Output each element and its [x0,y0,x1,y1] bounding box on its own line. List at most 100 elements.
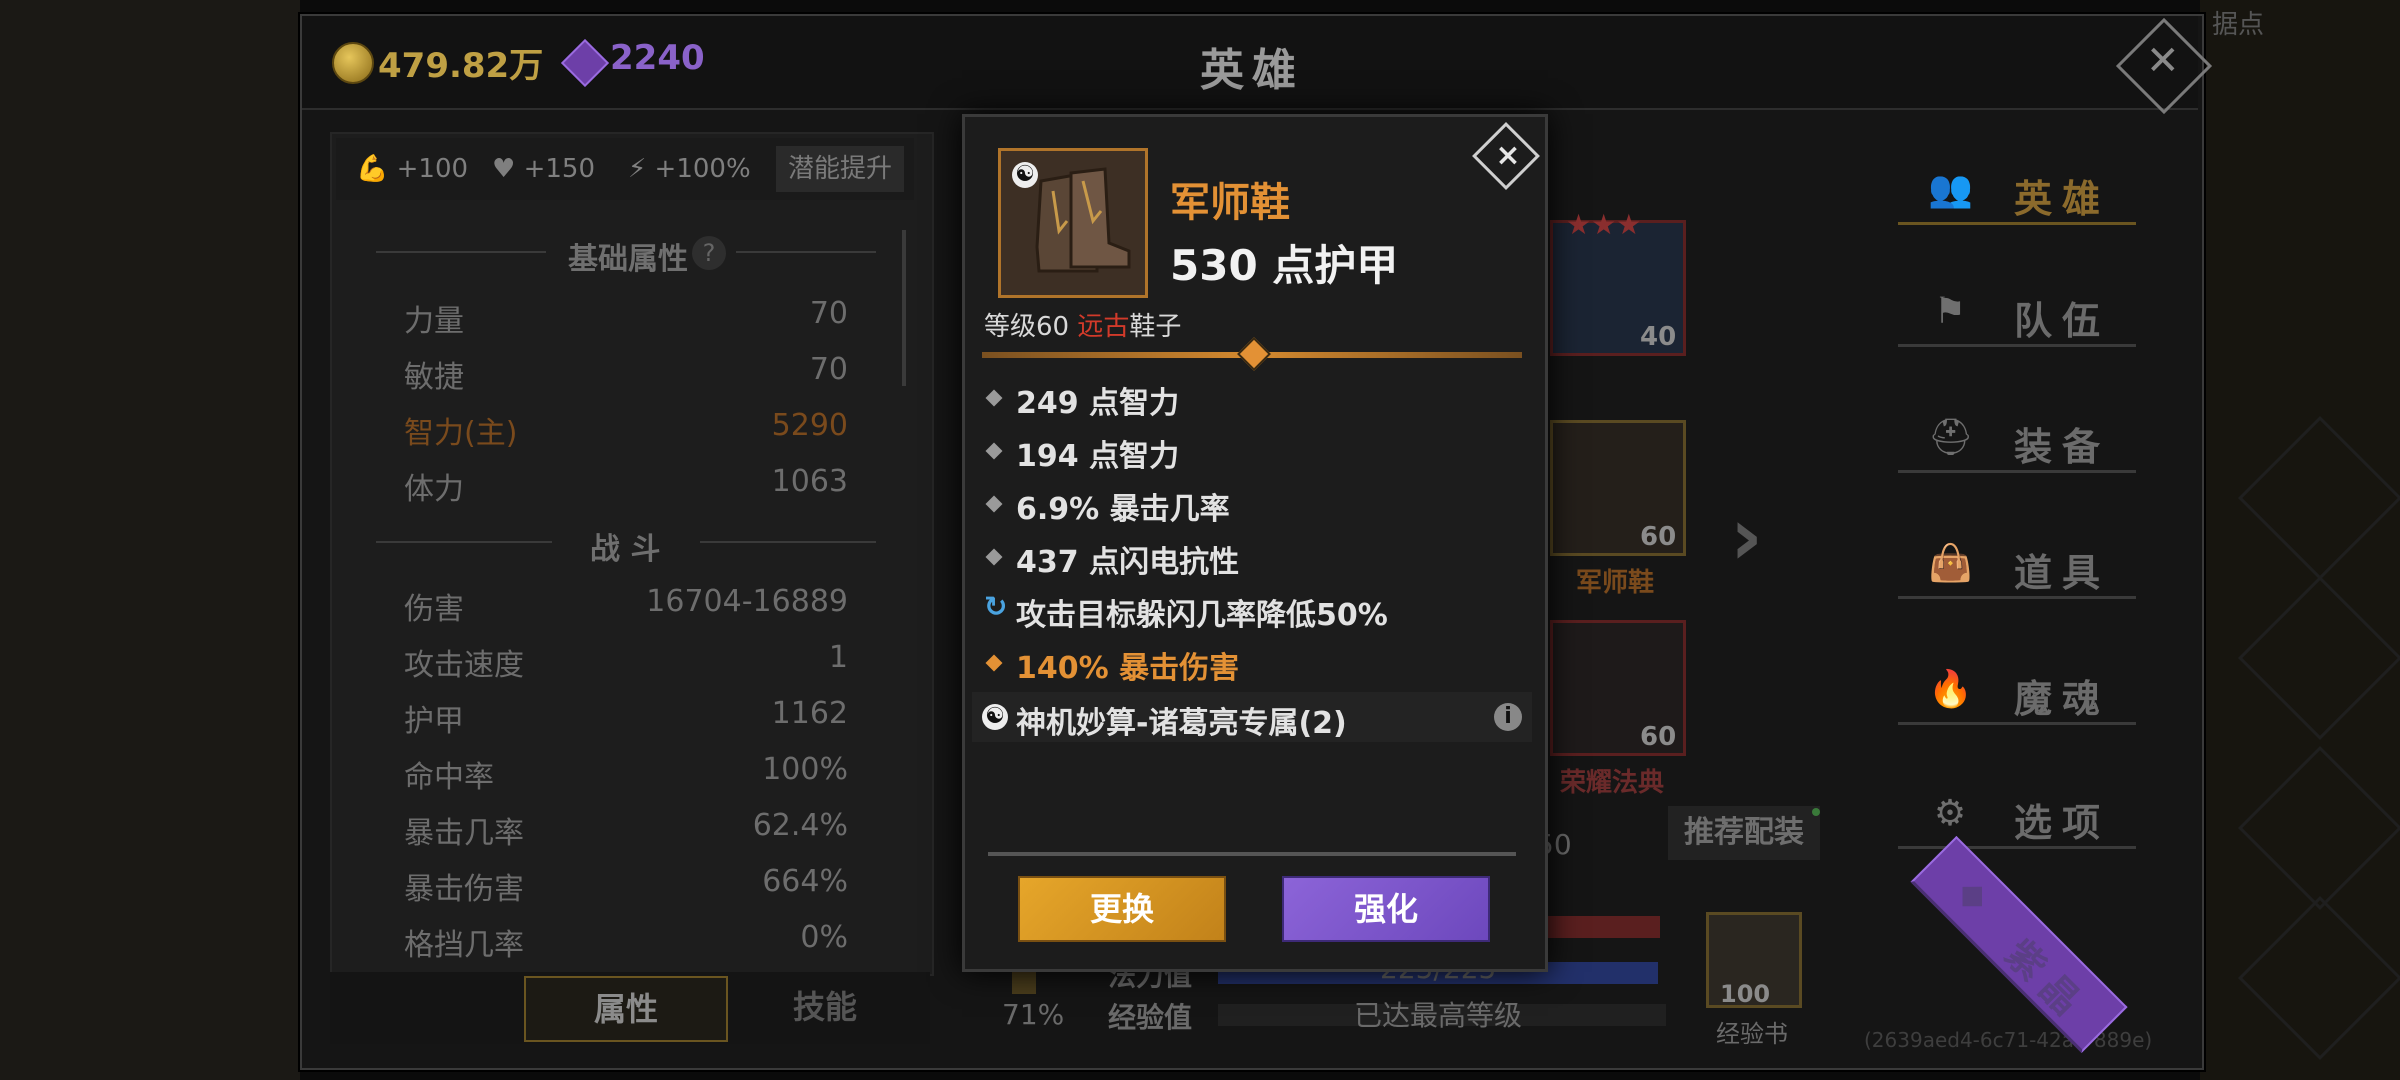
heart-icon: ♥ [492,154,516,184]
health-bar-fill [1540,916,1660,938]
stat-hit-rate-label: 命中率 [404,760,494,795]
slot-level: 40 [1640,322,1677,352]
people-icon: 👥 [1928,169,1973,210]
yin-yang-icon: ☯ [982,704,1008,730]
star-rating-icon: ★★★ [1566,208,1642,241]
info-icon[interactable]: i [1494,703,1522,731]
world-background-left [0,0,300,1080]
recommended-loadout-button[interactable]: 推荐配装 [1668,806,1820,860]
slot-item-name: 荣耀法典 [1560,768,1665,798]
exp-value: 已达最高等级 [1354,999,1523,1032]
enhance-button[interactable]: 强化 [1282,876,1490,942]
stat-crit-damage-label: 暴击伤害 [404,872,524,907]
tab-skills[interactable]: 技能 [740,976,910,1038]
gear-icon: ⚙ [1933,793,1967,834]
item-level: 等级60 [984,312,1070,342]
stats-scrollbar[interactable] [902,230,906,386]
strength-bonus: 💪 +100 [356,154,469,184]
divider [736,251,876,253]
item-main-stat: 530 点护甲 [1170,241,1399,290]
nav-label: 道具 [2014,551,2111,595]
flame-icon: 🔥 [1928,669,1973,710]
nav-team[interactable]: ⚑ 队伍 [1898,284,2136,347]
nav-label: 装备 [2014,425,2111,469]
slot-level: 60 [1640,522,1677,552]
world-corner-label: 据点 [2212,10,2265,40]
arm-icon: 💪 [356,154,389,184]
stat-attack-speed-value: 1 [828,640,848,675]
stat-hit-rate-value: 100% [762,752,848,787]
stat-agility-value: 70 [809,352,848,387]
divider [376,251,546,253]
affix-text: 437 点闪电抗性 [1016,545,1240,580]
stat-stamina-label: 体力 [404,472,464,507]
divider [700,541,876,543]
bag-icon: 👜 [1928,543,1973,584]
close-icon: ✕ [2146,38,2180,84]
stat-crit-rate-value: 62.4% [752,808,848,843]
diamond-bullet-icon [985,442,1003,460]
special-affix-text: 攻击目标躲闪几率降低50% [1016,598,1388,633]
item-level-line: 等级60 远古鞋子 [984,306,1181,343]
item-rarity: 远古 [1077,312,1130,342]
diamond-bullet-icon [985,548,1003,566]
nav-items[interactable]: 👜 道具 [1898,536,2136,599]
tab-attributes[interactable]: 属性 [524,976,728,1042]
close-icon: × [1495,138,1521,173]
recommend-dot-icon [1812,808,1820,816]
hero-percent: 71% [1002,998,1065,1031]
affix-row: 249 点智力 [984,378,1518,426]
potential-upgrade-button[interactable]: 潜能提升 [776,146,904,192]
exp-book-label: 经验书 [1716,1020,1788,1048]
lightning-icon: ⚡ [628,154,647,184]
item-type: 鞋子 [1129,312,1182,342]
combat-heading: 战 斗 [590,532,661,567]
gold-coin-icon [332,42,374,84]
affix-row: 6.9% 暴击几率 [984,484,1518,532]
stat-intellect-label: 智力(主) [404,416,518,451]
affix-text: 194 点智力 [1016,439,1180,474]
flag-icon: ⚑ [1933,291,1967,332]
yin-yang-icon: ☯ [1012,162,1038,188]
window-title: 英雄 [1200,45,1304,96]
nav-label: 英雄 [2014,177,2111,221]
helmet-icon: ⛑ [1928,417,1974,458]
set-bonus-text: 神机妙算-诸葛亮专属(2) [1016,706,1347,741]
special-affix-row: ↻ 攻击目标躲闪几率降低50% [984,590,1518,638]
exp-book-count: 100 [1720,980,1771,1008]
set-bonus-row[interactable]: ☯ 神机妙算-诸葛亮专属(2) i [972,692,1532,742]
stat-crit-damage-value: 664% [762,864,848,899]
hero-uuid: (2639aed4-6c71-42a6-889e) [1864,1028,2153,1052]
stat-intellect-value: 5290 [771,408,848,443]
replace-button[interactable]: 更换 [1018,876,1226,942]
slot-item-name: 军师鞋 [1576,568,1655,598]
diamond-bullet-icon [985,654,1003,672]
affix-row: 194 点智力 [984,431,1518,479]
stat-armor-label: 护甲 [404,704,464,739]
stat-strength-label: 力量 [404,304,464,339]
legendary-affix-row: 140% 暴击伤害 [984,643,1518,691]
stat-strength-value: 70 [809,296,848,331]
stat-damage-label: 伤害 [404,592,464,627]
legendary-affix-text: 140% 暴击伤害 [1016,651,1240,686]
stat-stamina-value: 1063 [771,464,848,499]
affix-text: 249 点智力 [1016,386,1180,421]
nav-soul[interactable]: 🔥 魔魂 [1898,662,2136,725]
stat-armor-value: 1162 [771,696,848,731]
slot-level: 60 [1640,722,1677,752]
help-icon[interactable]: ? [692,236,726,270]
next-arrow-icon[interactable]: › [1730,490,1763,583]
divider [376,541,552,543]
nav-equipment[interactable]: ⛑ 装备 [1898,410,2136,473]
stat-crit-rate-label: 暴击几率 [404,816,524,851]
diamond-bullet-icon [985,495,1003,513]
stat-block-rate-value: 0% [800,920,848,955]
affix-row: 437 点闪电抗性 [984,537,1518,585]
nav-options[interactable]: ⚙ 选项 [1898,786,2136,849]
exp-label: 经验值 [1108,1001,1193,1034]
refresh-icon: ↻ [984,590,1008,623]
nav-label: 魔魂 [2014,677,2111,721]
nav-hero[interactable]: 👥 英雄 [1898,162,2136,225]
gold-amount: 479.82万 [378,46,544,86]
health-bonus: ♥ +150 [492,154,595,184]
